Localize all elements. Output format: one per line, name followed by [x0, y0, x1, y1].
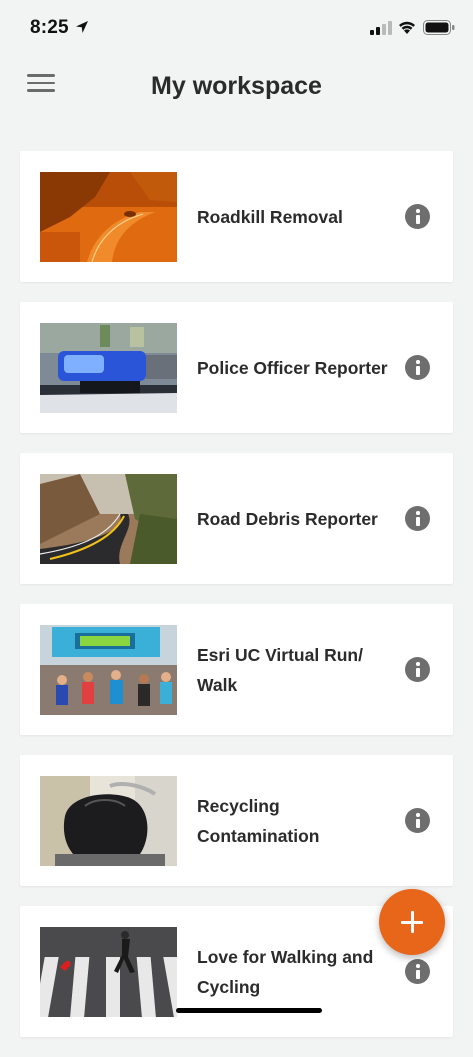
survey-thumbnail	[40, 323, 177, 413]
survey-title: Love for Walking and Cycling	[197, 946, 374, 997]
survey-title: Road Debris Reporter	[197, 508, 378, 529]
run-start-photo	[40, 625, 177, 715]
survey-title: Esri UC Virtual Run/ Walk	[197, 644, 363, 695]
survey-card-police-officer-reporter[interactable]: Police Officer Reporter	[20, 302, 453, 433]
wifi-icon	[399, 21, 415, 34]
info-icon[interactable]	[405, 204, 430, 229]
info-icon[interactable]	[405, 657, 430, 682]
survey-thumbnail	[40, 474, 177, 564]
header: My workspace	[0, 56, 473, 126]
battery-icon	[423, 20, 455, 35]
survey-thumbnail	[40, 625, 177, 715]
location-arrow-icon	[76, 21, 88, 33]
cellular-signal-icon	[370, 21, 392, 35]
info-icon[interactable]	[405, 355, 430, 380]
page-title: My workspace	[151, 72, 322, 100]
info-icon[interactable]	[405, 959, 430, 984]
info-icon[interactable]	[405, 808, 430, 833]
info-icon[interactable]	[405, 506, 430, 531]
crosswalk-photo	[40, 927, 177, 1017]
survey-title: Police Officer Reporter	[197, 357, 388, 378]
survey-thumbnail	[40, 172, 177, 262]
survey-title: Roadkill Removal	[197, 206, 343, 227]
survey-card-esri-uc-virtual-run-walk[interactable]: Esri UC Virtual Run/ Walk	[20, 604, 453, 735]
recycling-bag-photo	[40, 776, 177, 866]
status-bar: 8:25	[0, 0, 473, 56]
roadkill-photo	[40, 172, 177, 262]
survey-card-roadkill-removal[interactable]: Roadkill Removal	[20, 151, 453, 282]
survey-card-recycling-contamination[interactable]: Recycling Contamination	[20, 755, 453, 886]
survey-thumbnail	[40, 776, 177, 866]
survey-title: Recycling Contamination	[197, 795, 320, 846]
home-indicator	[176, 1008, 322, 1013]
add-survey-button[interactable]	[379, 889, 445, 955]
road-photo	[40, 474, 177, 564]
survey-card-road-debris-reporter[interactable]: Road Debris Reporter	[20, 453, 453, 584]
status-time: 8:25	[30, 17, 69, 38]
survey-thumbnail	[40, 927, 177, 1017]
police-light-photo	[40, 323, 177, 413]
